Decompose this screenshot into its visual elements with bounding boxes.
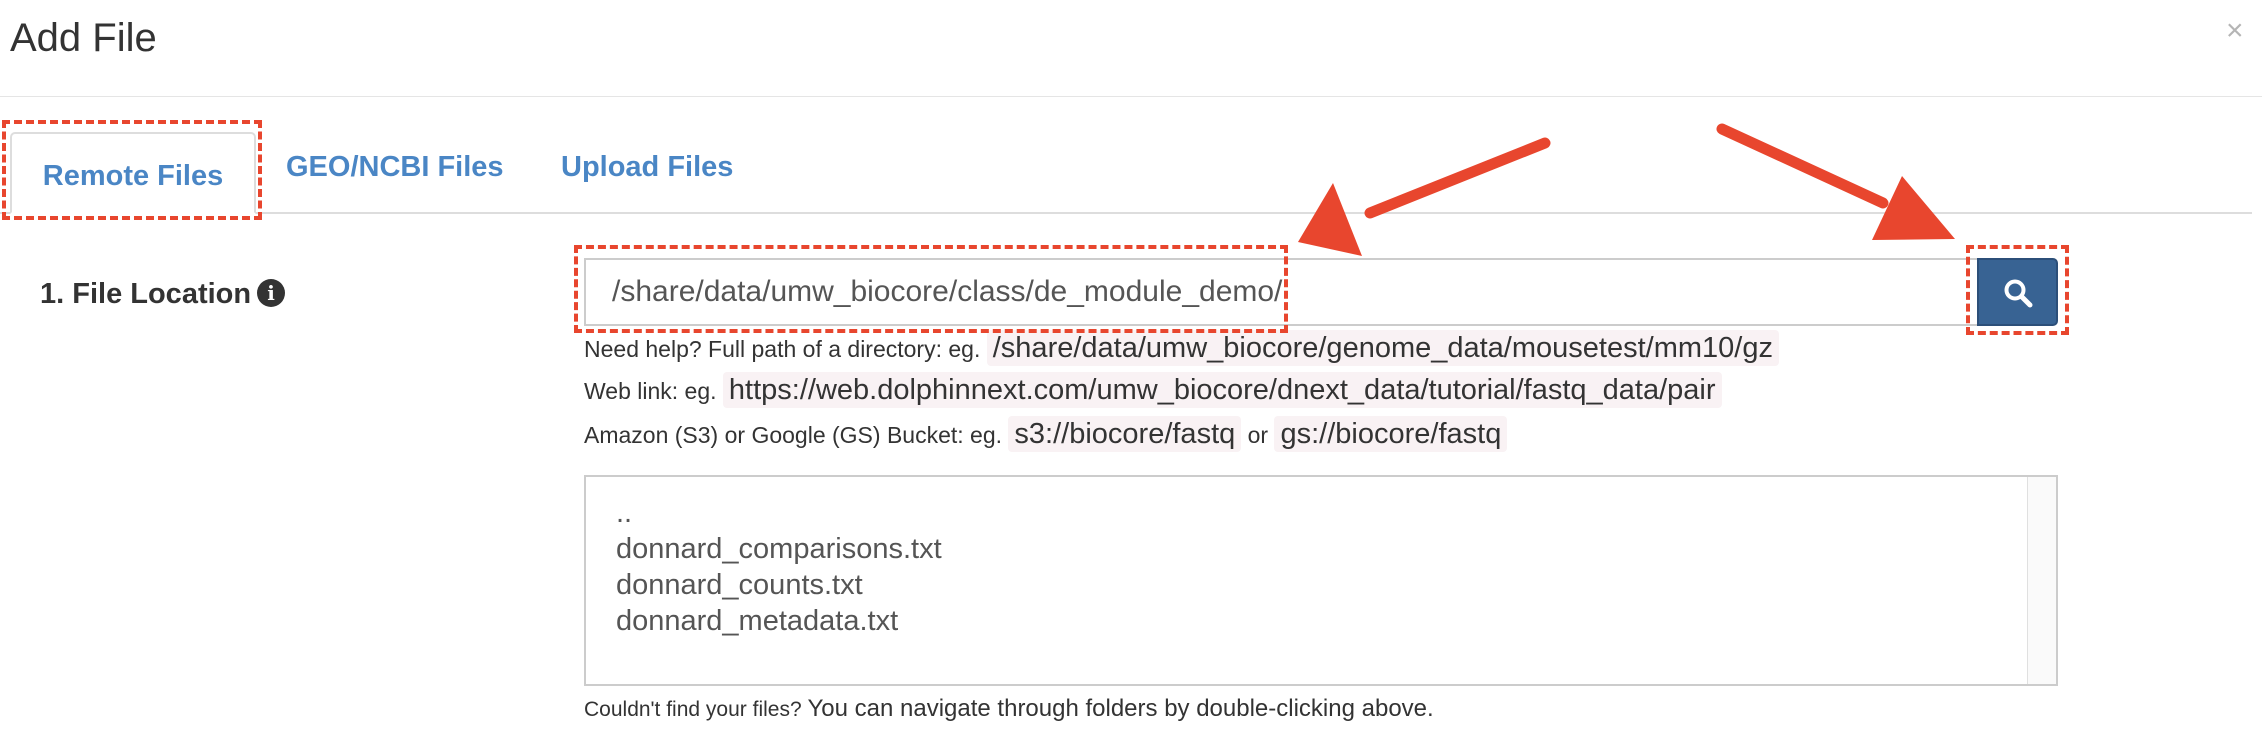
file-list-scrollbar[interactable] [2027,477,2056,684]
list-item-file[interactable]: donnard_comparisons.txt [616,531,942,567]
tab-remote-files[interactable]: Remote Files [10,132,256,214]
tab-upload-files[interactable]: Upload Files [561,142,733,214]
help-bucket-prefix: Amazon (S3) or Google (GS) Bucket: eg. [584,422,1003,448]
list-item-parent-dir[interactable]: .. [616,495,632,531]
help-weblink-prefix: Web link: eg. [584,378,717,404]
info-icon[interactable]: i [257,279,286,307]
footnote: Couldn't find your files? You can naviga… [584,692,1434,727]
tab-geo-ncbi-files[interactable]: GEO/NCBI Files [286,142,504,214]
help-bucket-or: or [1247,422,1269,448]
dialog-title: Add File [10,16,157,60]
search-icon [2004,279,2033,308]
close-button[interactable]: × [2226,14,2244,48]
file-location-label-text: 1. File Location [40,278,252,310]
help-directory-prefix: Need help? Full path of a directory: eg. [584,336,981,362]
file-location-input[interactable] [584,258,1977,326]
search-button[interactable] [1977,258,2058,326]
tab-bar: Remote Files GEO/NCBI Files Upload Files [0,122,2252,214]
list-item-file[interactable]: donnard_counts.txt [616,567,863,603]
help-directory-example: /share/data/umw_biocore/genome_data/mous… [986,330,1779,366]
footnote-prefix: Couldn't find your files? [584,698,802,721]
list-item-file[interactable]: donnard_metadata.txt [616,603,898,639]
help-bucket-example-s3: s3://biocore/fastq [1008,416,1242,452]
help-line-directory: Need help? Full path of a directory: eg.… [584,328,1779,369]
file-list[interactable]: .. donnard_comparisons.txt donnard_count… [584,475,2058,686]
footnote-text: You can navigate through folders by doub… [807,695,1434,722]
file-location-label: 1. File Location i [40,274,286,314]
help-bucket-example-gs: gs://biocore/fastq [1274,416,1508,452]
modal-header: Add File × [0,0,2262,97]
help-weblink-example: https://web.dolphinnext.com/umw_biocore/… [722,372,1722,408]
help-line-bucket: Amazon (S3) or Google (GS) Bucket: eg. s… [584,414,1508,455]
help-line-weblink: Web link: eg. https://web.dolphinnext.co… [584,370,1722,411]
